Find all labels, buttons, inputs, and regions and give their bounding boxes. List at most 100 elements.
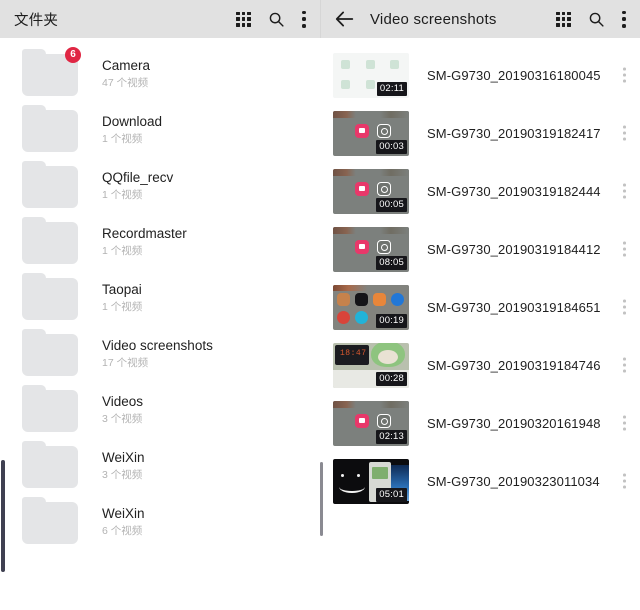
more-options-icon[interactable] — [622, 10, 626, 28]
video-more-options-icon[interactable] — [623, 357, 626, 373]
video-row[interactable]: 08:05 SM-G9730_20190319184412 — [320, 220, 640, 278]
video-name: SM-G9730_20190319184651 — [427, 299, 601, 315]
video-thumbnail[interactable]: 02:13 — [333, 400, 409, 446]
search-icon[interactable] — [268, 11, 285, 28]
video-more-options-icon[interactable] — [623, 183, 626, 199]
folder-row-video-screenshots[interactable]: Video screenshots 17 个视频 — [0, 326, 320, 382]
folder-text: Video screenshots 17 个视频 — [80, 338, 213, 370]
videos-scrollbar[interactable] — [320, 462, 323, 536]
video-thumbnail[interactable]: 02:11 — [333, 52, 409, 98]
video-row[interactable]: 02:11 SM-G9730_20190316180045 — [320, 46, 640, 104]
video-row[interactable]: 00:28 SM-G9730_20190319184746 — [320, 336, 640, 394]
folder-badge: 6 — [65, 47, 81, 63]
folder-count: 1 个视频 — [102, 189, 143, 201]
folder-row[interactable]: WeiXin 6 个视频 — [0, 494, 320, 550]
folder-text: Taopai 1 个视频 — [80, 282, 142, 314]
folder-name: WeiXin — [102, 506, 145, 521]
folder-icon — [22, 497, 78, 544]
video-name: SM-G9730_20190319184746 — [427, 357, 601, 373]
folder-text: WeiXin 3 个视频 — [80, 450, 145, 482]
folder-row[interactable]: Taopai 1 个视频 — [0, 270, 320, 326]
folder-text: QQfile_recv 1 个视频 — [80, 170, 173, 202]
video-duration: 00:19 — [376, 313, 407, 328]
grid-view-icon[interactable] — [236, 11, 251, 27]
folder-name: WeiXin — [102, 450, 145, 465]
video-name: SM-G9730_20190316180045 — [427, 67, 601, 83]
folder-row[interactable]: QQfile_recv 1 个视频 — [0, 158, 320, 214]
folder-icon — [22, 217, 78, 264]
file-manager-screen: 文件夹 6 Camera 47 个视频 Download 1 个视频 QQfil… — [0, 0, 640, 610]
video-thumbnail[interactable]: 08:05 — [333, 226, 409, 272]
folder-count: 17 个视频 — [102, 357, 149, 369]
folder-icon — [22, 329, 78, 376]
video-thumbnail[interactable]: 00:05 — [333, 168, 409, 214]
folder-count: 3 个视频 — [102, 469, 143, 481]
folder-count: 1 个视频 — [102, 301, 143, 313]
folder-icon — [22, 161, 78, 208]
folder-row[interactable]: 6 Camera 47 个视频 — [0, 46, 320, 102]
video-thumbnail[interactable]: 00:19 — [333, 284, 409, 330]
folder-count: 47 个视频 — [102, 77, 149, 89]
video-duration: 02:13 — [376, 429, 407, 444]
folders-scrollbar[interactable] — [1, 460, 5, 572]
folder-count: 6 个视频 — [102, 525, 143, 537]
video-duration: 00:05 — [376, 197, 407, 212]
folder-icon-wrap — [22, 497, 80, 544]
video-name: SM-G9730_20190319184412 — [427, 241, 601, 257]
folder-text: Videos 3 个视频 — [80, 394, 143, 426]
more-options-icon[interactable] — [302, 10, 306, 28]
folder-icon — [22, 385, 78, 432]
folder-row[interactable]: Recordmaster 1 个视频 — [0, 214, 320, 270]
pane-divider — [320, 0, 321, 38]
video-name: SM-G9730_20190319182444 — [427, 183, 601, 199]
video-duration: 00:28 — [376, 371, 407, 386]
folder-icon-wrap — [22, 273, 80, 320]
video-name: SM-G9730_20190320161948 — [427, 415, 601, 431]
folder-name: Videos — [102, 394, 144, 409]
search-icon[interactable] — [588, 11, 605, 28]
folders-appbar: 文件夹 — [0, 0, 320, 38]
video-row[interactable]: 00:19 SM-G9730_20190319184651 — [320, 278, 640, 336]
folder-name: QQfile_recv — [102, 170, 174, 185]
video-row[interactable]: 02:13 SM-G9730_20190320161948 — [320, 394, 640, 452]
video-more-options-icon[interactable] — [623, 415, 626, 431]
folder-icon-wrap — [22, 105, 80, 152]
folder-count: 3 个视频 — [102, 413, 143, 425]
folder-icon-wrap: 6 — [22, 47, 81, 96]
folder-text: Recordmaster 1 个视频 — [80, 226, 187, 258]
folder-icon-wrap — [22, 329, 80, 376]
video-thumbnail[interactable]: 05:01 — [333, 458, 409, 504]
videos-appbar-actions — [556, 10, 630, 28]
video-row[interactable]: 00:03 SM-G9730_20190319182417 — [320, 104, 640, 162]
folders-appbar-actions — [236, 10, 310, 28]
video-duration: 05:01 — [376, 487, 407, 502]
folder-icon — [22, 273, 78, 320]
folder-row[interactable]: WeiXin 3 个视频 — [0, 438, 320, 494]
folder-row[interactable]: Download 1 个视频 — [0, 102, 320, 158]
video-more-options-icon[interactable] — [623, 125, 626, 141]
video-duration: 08:05 — [376, 255, 407, 270]
video-more-options-icon[interactable] — [623, 473, 626, 489]
folder-name: Video screenshots — [102, 338, 213, 353]
folder-icon-wrap — [22, 441, 80, 488]
video-more-options-icon[interactable] — [623, 67, 626, 83]
video-name: SM-G9730_20190323011034 — [427, 473, 600, 489]
grid-view-icon[interactable] — [556, 11, 571, 27]
video-row[interactable]: 05:01 SM-G9730_20190323011034 — [320, 452, 640, 510]
video-thumbnail[interactable]: 00:28 — [333, 342, 409, 388]
folder-icon — [22, 105, 78, 152]
folder-row[interactable]: Videos 3 个视频 — [0, 382, 320, 438]
video-row[interactable]: 00:05 SM-G9730_20190319182444 — [320, 162, 640, 220]
videos-pane: Video screenshots 02:11 SM-G9730_2019031… — [320, 0, 640, 610]
page-title: Video screenshots — [370, 10, 497, 28]
back-arrow-icon[interactable] — [334, 8, 356, 30]
video-thumbnail[interactable]: 00:03 — [333, 110, 409, 156]
video-more-options-icon[interactable] — [623, 241, 626, 257]
video-more-options-icon[interactable] — [623, 299, 626, 315]
video-duration: 00:03 — [376, 139, 407, 154]
folders-pane: 文件夹 6 Camera 47 个视频 Download 1 个视频 QQfil… — [0, 0, 320, 610]
folder-icon-wrap — [22, 161, 80, 208]
page-title: 文件夹 — [14, 12, 59, 29]
folder-name: Taopai — [102, 282, 142, 297]
folder-count: 1 个视频 — [102, 245, 143, 257]
